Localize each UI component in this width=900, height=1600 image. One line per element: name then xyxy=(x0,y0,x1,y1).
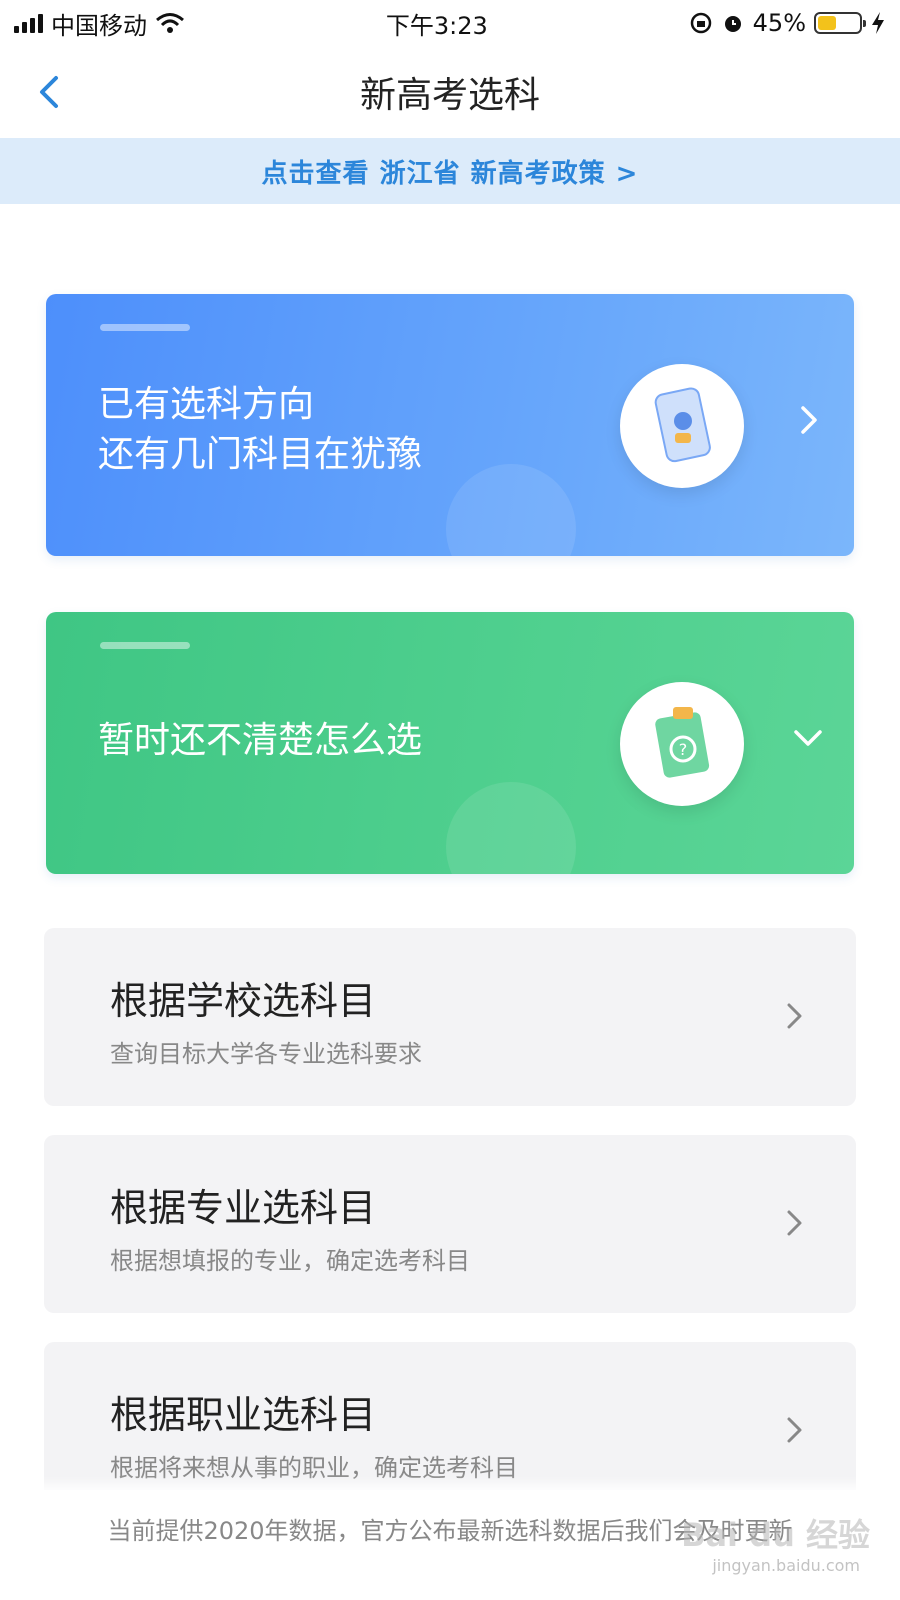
card-dash-decoration xyxy=(100,642,190,649)
option-subtitle: 查询目标大学各专业选科要求 xyxy=(110,1040,422,1068)
option-subtitle: 根据将来想从事的职业，确定选考科目 xyxy=(110,1454,518,1482)
chevron-down-icon[interactable] xyxy=(788,718,828,758)
watermark-url: jingyan.baidu.com xyxy=(712,1556,860,1575)
card-has-direction-line1: 已有选科方向 xyxy=(98,384,315,425)
wifi-icon xyxy=(156,13,184,33)
battery-fill xyxy=(818,16,836,30)
svg-text:?: ? xyxy=(679,740,688,759)
card-has-direction-line2: 还有几门科目在犹豫 xyxy=(98,434,423,475)
alarm-icon xyxy=(724,16,741,32)
carrier-label: 中国移动 xyxy=(51,11,147,40)
card-dash-decoration xyxy=(100,324,190,331)
rotation-lock-icon xyxy=(690,12,711,34)
chevron-right-icon xyxy=(787,1417,802,1443)
status-bar: 中国移动 下午3:23 45% xyxy=(0,0,900,46)
card-not-sure[interactable]: 暂时还不清楚怎么选 ? xyxy=(46,612,854,874)
phone-person-illustration xyxy=(620,364,744,488)
policy-banner[interactable]: 点击查看 浙江省 新高考政策 > xyxy=(0,138,900,204)
clipboard-question-icon: ? xyxy=(655,707,710,778)
card-has-direction-text: 已有选科方向 还有几门科目在犹豫 xyxy=(98,380,422,480)
battery-percent: 45% xyxy=(752,9,806,37)
signal-icon xyxy=(14,13,43,33)
chevron-right-icon xyxy=(787,1003,802,1029)
option-subtitle: 根据想填报的专业，确定选考科目 xyxy=(110,1247,470,1275)
card-has-direction[interactable]: 已有选科方向 还有几门科目在犹豫 xyxy=(46,294,854,556)
charging-icon xyxy=(872,12,884,34)
phone-person-icon xyxy=(654,387,711,463)
card-bubble-decoration xyxy=(446,782,576,874)
status-right: 45% xyxy=(689,9,886,37)
nav-bar: 新高考选科 xyxy=(0,46,900,138)
option-title: 根据职业选科目 xyxy=(110,1393,377,1437)
option-title: 根据专业选科目 xyxy=(110,1186,377,1230)
card-bubble-decoration xyxy=(446,464,576,556)
chevron-left-icon[interactable] xyxy=(30,72,70,112)
status-left: 中国移动 xyxy=(14,6,185,41)
option-by-school[interactable]: 根据学校选科目 查询目标大学各专业选科要求 xyxy=(44,928,856,1106)
option-by-major[interactable]: 根据专业选科目 根据想填报的专业，确定选考科目 xyxy=(44,1135,856,1313)
option-title: 根据学校选科目 xyxy=(110,979,377,1023)
battery-icon xyxy=(814,12,866,34)
chevron-right-icon[interactable] xyxy=(788,400,828,440)
card-not-sure-text: 暂时还不清楚怎么选 xyxy=(98,720,423,761)
clock: 下午3:23 xyxy=(385,11,488,40)
clipboard-question-illustration: ? xyxy=(620,682,744,806)
policy-banner-text: 点击查看 浙江省 新高考政策 > xyxy=(261,158,639,189)
page-title: 新高考选科 xyxy=(359,75,540,116)
chevron-right-icon xyxy=(787,1210,802,1236)
baidu-jingyan-watermark: Bai du 经验 xyxy=(681,1516,870,1554)
